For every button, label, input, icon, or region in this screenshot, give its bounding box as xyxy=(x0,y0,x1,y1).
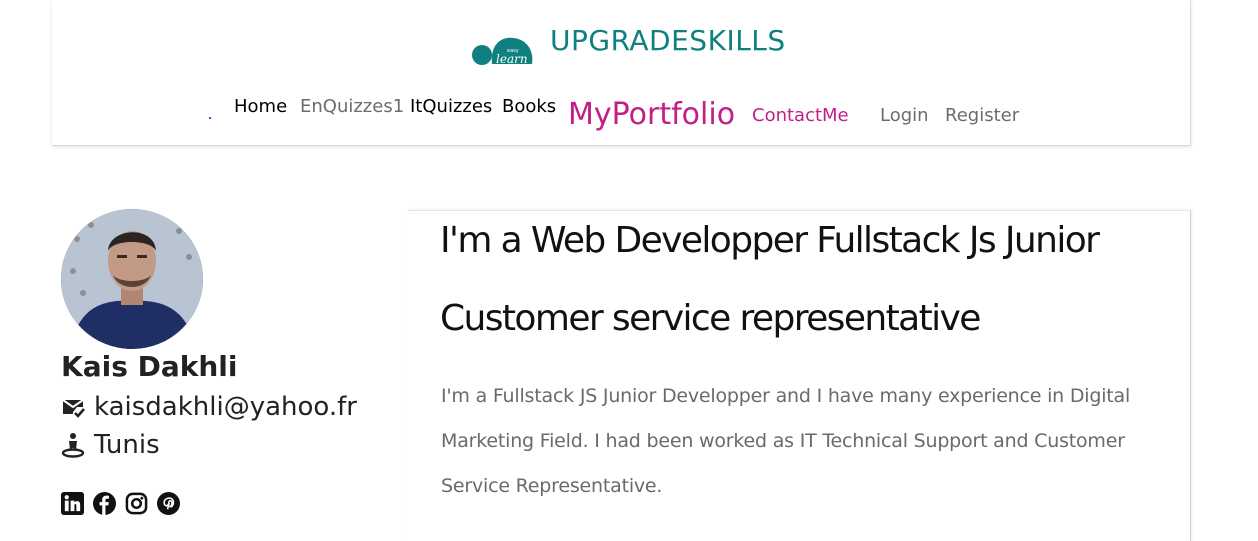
location-person-icon xyxy=(61,433,85,458)
nav-link-home[interactable]: Home xyxy=(234,96,287,117)
avatar xyxy=(61,209,203,349)
pinterest-icon[interactable] xyxy=(157,492,180,515)
facebook-icon[interactable] xyxy=(93,492,116,515)
nav-dot xyxy=(209,117,211,119)
email-row[interactable]: kaisdakhli@yahoo.fr xyxy=(61,392,357,422)
linkedin-icon[interactable] xyxy=(61,492,84,515)
nav-link-portfolio[interactable]: MyPortfolio xyxy=(568,97,735,132)
nav-link-enquizzes[interactable]: EnQuizzes1 xyxy=(300,96,404,117)
nav-link-itquizzes[interactable]: ItQuizzes xyxy=(410,96,492,117)
bio-text: I'm a Fullstack JS Junior Developper and… xyxy=(441,385,1131,497)
mail-check-icon xyxy=(62,399,85,418)
email-text: kaisdakhli@yahoo.fr xyxy=(94,392,357,422)
avatar-photo xyxy=(61,209,203,349)
nav-link-register[interactable]: Register xyxy=(945,105,1019,126)
nav-link-login[interactable]: Login xyxy=(880,105,929,126)
location-row: Tunis xyxy=(61,430,160,460)
logo-text: learn xyxy=(496,52,528,66)
learn-logo-icon: easy learn xyxy=(472,37,533,66)
instagram-icon[interactable] xyxy=(125,492,148,515)
brand-name[interactable]: UPGRADESKILLS xyxy=(550,24,786,57)
headline-secondary: Customer service representative xyxy=(440,298,981,339)
social-links xyxy=(61,492,180,515)
location-text: Tunis xyxy=(94,430,160,460)
headline-primary: I'm a Web Developper Fullstack Js Junior xyxy=(440,220,1100,261)
nav-link-books[interactable]: Books xyxy=(502,96,556,117)
nav-link-contact[interactable]: ContactMe xyxy=(752,105,849,126)
profile-name: Kais Dakhli xyxy=(61,350,238,383)
